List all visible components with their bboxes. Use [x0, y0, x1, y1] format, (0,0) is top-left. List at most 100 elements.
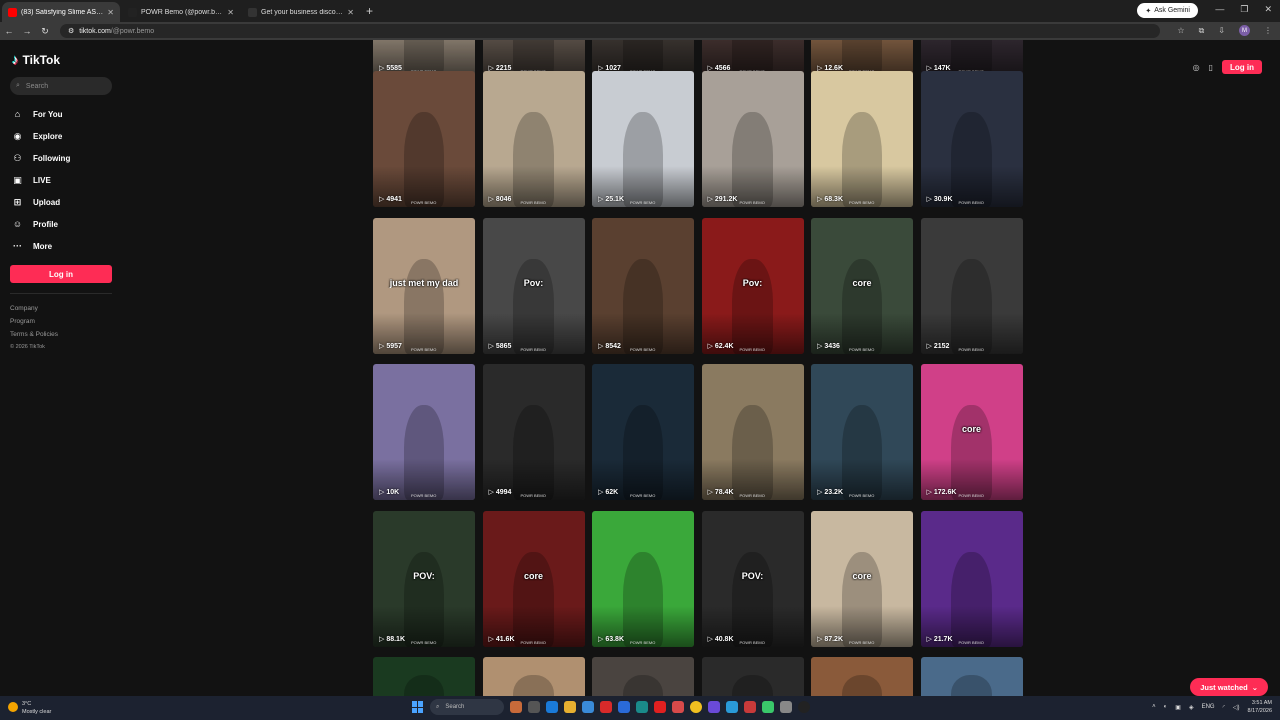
video-card[interactable]: ▷ 63.8K POWR BEMO	[592, 511, 694, 647]
chrome-icon[interactable]	[690, 701, 702, 713]
app-red2-icon[interactable]	[744, 701, 756, 713]
video-card[interactable]: core ▷ 87.2K POWR BEMO	[811, 511, 913, 647]
video-card[interactable]: ▷ 25.1K POWR BEMO	[592, 71, 694, 207]
video-card[interactable]: ▷ 8542 POWR BEMO	[592, 218, 694, 354]
tab-close-icon[interactable]: ✕	[107, 8, 114, 17]
sidebar-item-upload[interactable]: ⊞ Upload	[10, 191, 112, 213]
edge-icon[interactable]	[546, 701, 558, 713]
tray-chevron-icon[interactable]: ˄	[1152, 704, 1156, 710]
close-window-icon[interactable]: ✕	[1264, 4, 1272, 15]
sidebar-item-explore[interactable]: ◉ Explore	[10, 125, 112, 147]
video-card[interactable]: Pov: ▷ 5865 POWR BEMO	[482, 218, 585, 354]
video-card[interactable]: ▷ 291.2K POWR BEMO	[701, 71, 804, 207]
site-info-icon[interactable]: ⚙	[68, 27, 74, 35]
video-card[interactable]	[701, 657, 804, 696]
video-card[interactable]: core ▷ 3436 POWR BEMO	[811, 218, 913, 354]
video-card[interactable]: ▷ 10K POWR BEMO	[373, 364, 475, 500]
tray-app2-icon[interactable]: ▣	[1175, 704, 1181, 711]
url-field[interactable]: ⚙ tiktok.com/@powr.bemo	[60, 24, 1160, 38]
app-gray-icon[interactable]	[780, 701, 792, 713]
video-card[interactable]	[920, 657, 1023, 696]
video-card[interactable]: ▷ 78.4K POWR BEMO	[701, 364, 804, 500]
weather-widget[interactable]: 3°C Mostly clear	[8, 700, 51, 716]
browser-tab[interactable]: (83) Satisfying Slime ASMR Vid ✕	[2, 2, 120, 22]
video-card[interactable]	[373, 657, 475, 696]
just-watched-button[interactable]: Just watched ⌄	[1190, 678, 1268, 696]
youtube-icon[interactable]	[654, 701, 666, 713]
view-count: ▷ 2152	[927, 342, 950, 350]
video-card[interactable]	[482, 657, 585, 696]
video-card[interactable]: ▷ 30.9K POWR BEMO	[920, 71, 1023, 207]
app-cyan-icon[interactable]	[726, 701, 738, 713]
video-card[interactable]: ▷ 4941 POWR BEMO	[373, 71, 475, 207]
search-input[interactable]: ⌕ Search	[10, 77, 112, 95]
app-pdf-icon[interactable]	[672, 701, 684, 713]
volume-icon[interactable]: ◁)	[1233, 704, 1240, 711]
header-login-button[interactable]: Log in	[1222, 60, 1262, 74]
tab-close-icon[interactable]: ✕	[347, 8, 354, 17]
video-card[interactable]: ▷ 21.7K POWR BEMO	[920, 511, 1023, 647]
app-teal-icon[interactable]	[636, 701, 648, 713]
tray-app3-icon[interactable]: ◈	[1189, 704, 1194, 711]
app-purple-icon[interactable]	[708, 701, 720, 713]
video-card[interactable]: POV: ▷ 40.8K POWR BEMO	[701, 511, 804, 647]
app-blue-icon[interactable]	[618, 701, 630, 713]
taskbar-search[interactable]: ⌕ Search	[430, 699, 504, 715]
sidebar-item-live[interactable]: ▣ LIVE	[10, 169, 112, 191]
video-card[interactable]: core ▷ 41.6K POWR BEMO	[482, 511, 585, 647]
task-view-icon[interactable]	[528, 701, 540, 713]
video-card[interactable]: ▷ 2152 POWR BEMO	[920, 218, 1023, 354]
video-card[interactable]: just met my dad ▷ 5957 POWR BEMO	[373, 218, 475, 354]
sidebar-item-profile[interactable]: ☺ Profile	[10, 213, 112, 235]
windows-start-icon[interactable]	[412, 701, 424, 713]
video-card[interactable]: Pov: ▷ 62.4K POWR BEMO	[701, 218, 804, 354]
clock[interactable]: 3:51 AM 8/17/2026	[1248, 699, 1272, 715]
footer-terms[interactable]: Terms & Policies	[10, 328, 112, 341]
coin-icon[interactable]: ◎	[1193, 63, 1200, 72]
sidebar-divider	[10, 293, 112, 294]
minimize-icon[interactable]: —	[1215, 4, 1224, 15]
file-explorer-icon[interactable]	[564, 701, 576, 713]
ask-gemini-label: Ask Gemini	[1154, 7, 1190, 14]
sidebar-login-button[interactable]: Log in	[10, 265, 112, 283]
video-watermark: POWR BEMO	[739, 493, 765, 498]
video-card[interactable]	[811, 657, 913, 696]
footer-company[interactable]: Company	[10, 302, 112, 315]
phone-app-icon[interactable]: ▯	[1209, 63, 1213, 72]
tab-close-icon[interactable]: ✕	[227, 8, 234, 17]
app-red-icon[interactable]	[600, 701, 612, 713]
reload-icon[interactable]: ↻	[36, 26, 54, 37]
browser-tab[interactable]: POWR Bemo (@powr.bemo) | T ✕	[122, 2, 240, 22]
widget-app-icon[interactable]	[510, 701, 522, 713]
sidebar-item-for-you[interactable]: ⌂ For You	[10, 103, 112, 125]
new-tab-button[interactable]: +	[366, 4, 373, 18]
video-card[interactable]: POV: ▷ 88.1K POWR BEMO	[373, 511, 475, 647]
media-player-icon[interactable]	[798, 701, 810, 713]
profile-avatar[interactable]: M	[1239, 25, 1250, 36]
language-indicator[interactable]: ENG	[1202, 704, 1215, 710]
footer-program[interactable]: Program	[10, 315, 112, 328]
download-icon[interactable]: ⇩	[1218, 26, 1225, 35]
app-green-icon[interactable]	[762, 701, 774, 713]
ask-gemini-button[interactable]: ✦ Ask Gemini	[1137, 3, 1198, 18]
video-card[interactable]: core ▷ 172.6K POWR BEMO	[920, 364, 1023, 500]
network-icon[interactable]: ◜	[1223, 704, 1225, 711]
forward-icon[interactable]: →	[18, 26, 36, 36]
video-card[interactable]: ▷ 68.3K POWR BEMO	[811, 71, 913, 207]
sidebar-item-more[interactable]: ··· More	[10, 235, 112, 257]
video-card[interactable]: ▷ 8046 POWR BEMO	[482, 71, 585, 207]
video-card[interactable]: ▷ 4994 POWR BEMO	[482, 364, 585, 500]
browser-tab[interactable]: Get your business discovered o✕	[242, 2, 360, 22]
extensions-icon[interactable]: ⧉	[1199, 26, 1205, 36]
sidebar-item-following[interactable]: ⚇ Following	[10, 147, 112, 169]
maximize-icon[interactable]: ❐	[1240, 4, 1248, 15]
bookmark-star-icon[interactable]: ☆	[1177, 26, 1184, 35]
back-icon[interactable]: ←	[0, 26, 18, 36]
tiktok-logo[interactable]: ♪ TikTok	[12, 52, 112, 67]
video-card[interactable]: ▷ 62K POWR BEMO	[592, 364, 694, 500]
store-icon[interactable]	[582, 701, 594, 713]
video-card[interactable]	[592, 657, 694, 696]
tray-app-icon[interactable]: ◐	[1164, 704, 1168, 710]
video-card[interactable]: ▷ 23.2K POWR BEMO	[811, 364, 913, 500]
browser-menu-icon[interactable]: ⋮	[1264, 26, 1272, 35]
